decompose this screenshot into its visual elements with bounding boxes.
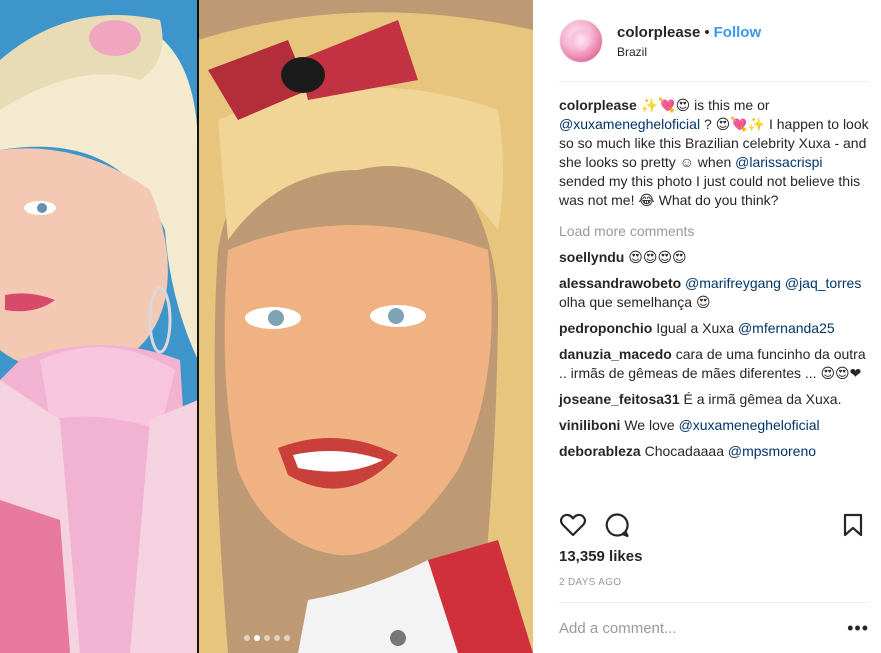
caption-mention[interactable]: @larissacrispi	[735, 154, 822, 170]
heart-icon[interactable]	[559, 511, 587, 539]
photo-right-illustration	[198, 0, 533, 653]
comment-text: Igual a Xuxa	[652, 320, 738, 336]
comment-icon[interactable]	[603, 511, 631, 539]
photo-right-xuxa	[198, 0, 533, 653]
post-location[interactable]: Brazil	[617, 45, 761, 59]
author-username[interactable]: colorplease	[617, 24, 700, 41]
author-info: colorplease • Follow Brazil	[617, 23, 761, 59]
comment-text: É a irmã gêmea da Xuxa.	[679, 391, 842, 407]
carousel-dot-active[interactable]	[253, 635, 260, 641]
add-comment-bar: •••	[559, 602, 869, 653]
carousel-dot[interactable]	[243, 635, 250, 641]
more-options-icon[interactable]: •••	[847, 619, 869, 637]
comment-username[interactable]: deborableza	[559, 443, 641, 459]
comment-mention[interactable]: @mpsmoreno	[728, 443, 816, 459]
comment-item: danuzia_macedo cara de uma funcinho da o…	[559, 345, 869, 383]
comment-text: 😍😍😍😍	[624, 249, 687, 265]
caption-mention[interactable]: @xuxamenegheloficial	[559, 116, 700, 132]
post-caption: colorplease ✨💘😍 is this me or @xuxameneg…	[559, 96, 869, 210]
photo-left-illustration	[0, 0, 198, 653]
comment-mention[interactable]: @jaq_torres	[785, 275, 861, 291]
carousel-indicator	[0, 635, 533, 641]
comment-item: viniliboni We love @xuxamenegheloficial	[559, 416, 869, 435]
comment-text: We love	[620, 417, 679, 433]
likes-count[interactable]: 13,359 likes	[559, 548, 642, 565]
add-comment-input[interactable]	[559, 619, 819, 637]
comment-username[interactable]: alessandrawobeto	[559, 275, 681, 291]
comment-mention[interactable]: @marifreygang	[685, 275, 781, 291]
comment-username[interactable]: pedroponchio	[559, 320, 652, 336]
comment-item: pedroponchio Igual a Xuxa @mfernanda25	[559, 319, 869, 338]
comments-section: colorplease ✨💘😍 is this me or @xuxameneg…	[559, 82, 869, 461]
comment-text: olha que semelhança 😍	[559, 294, 711, 310]
carousel-dot[interactable]	[283, 635, 290, 641]
comment-mention[interactable]: @xuxamenegheloficial	[679, 417, 820, 433]
follow-button[interactable]: Follow	[714, 24, 762, 41]
author-avatar[interactable]	[559, 18, 603, 63]
post-timestamp[interactable]: 2 DAYS AGO	[559, 577, 621, 588]
load-more-comments-button[interactable]: Load more comments	[559, 222, 869, 241]
post-header: colorplease • Follow Brazil	[559, 0, 869, 82]
caption-text: sended my this photo I just could not be…	[559, 173, 861, 208]
comment-mention[interactable]: @mfernanda25	[738, 320, 835, 336]
comment-username[interactable]: soellyndu	[559, 249, 624, 265]
comment-item: deborableza Chocadaaaa @mpsmoreno	[559, 442, 869, 461]
photo-divider	[197, 0, 199, 653]
separator-dot: •	[704, 23, 710, 41]
comment-text: Chocadaaaa	[640, 443, 728, 459]
instagram-post: colorplease • Follow Brazil colorplease ✨💘…	[0, 0, 881, 653]
post-side-panel: colorplease • Follow Brazil colorplease ✨💘…	[533, 0, 881, 653]
carousel-dot[interactable]	[263, 635, 270, 641]
author-line: colorplease • Follow	[617, 23, 761, 42]
comment-username[interactable]: danuzia_macedo	[559, 346, 672, 362]
comment-item: alessandrawobeto @marifreygang @jaq_torr…	[559, 274, 869, 312]
caption-username[interactable]: colorplease	[559, 97, 637, 113]
post-media-carousel[interactable]	[0, 0, 533, 653]
comment-item: joseane_feitosa31 É a irmã gêmea da Xuxa…	[559, 390, 869, 409]
caption-text: ✨💘😍 is this me or	[636, 97, 770, 113]
post-actions	[559, 510, 869, 540]
bookmark-icon[interactable]	[839, 511, 867, 539]
carousel-dot[interactable]	[273, 635, 280, 641]
photo-left-woman	[0, 0, 198, 653]
comment-username[interactable]: viniliboni	[559, 417, 620, 433]
comment-username[interactable]: joseane_feitosa31	[559, 391, 680, 407]
comment-item: soellyndu 😍😍😍😍	[559, 248, 869, 267]
